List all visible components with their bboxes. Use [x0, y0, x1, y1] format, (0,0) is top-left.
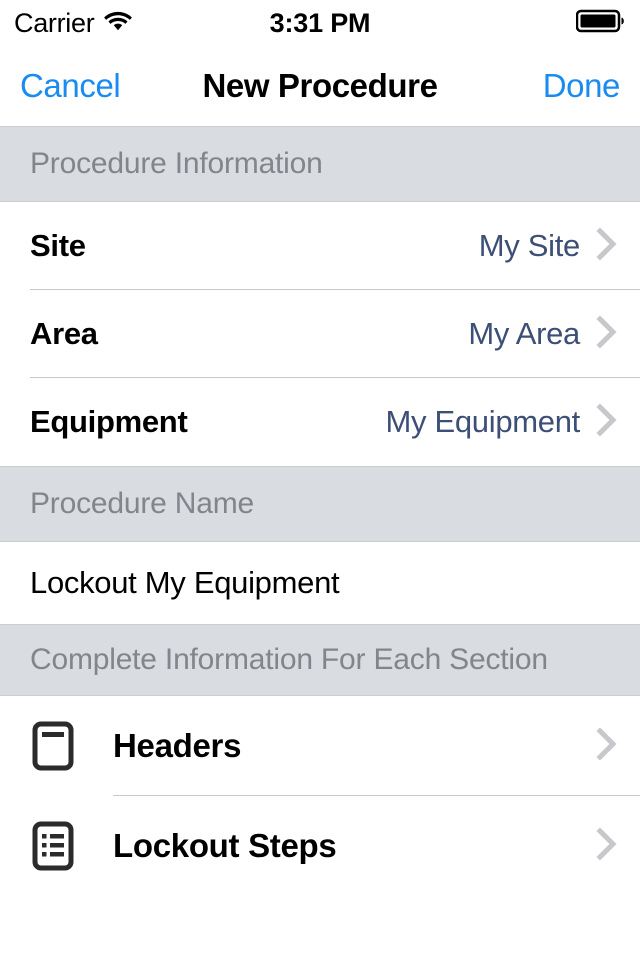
row-lockout-steps-label: Lockout Steps — [113, 827, 337, 864]
done-button[interactable]: Done — [541, 63, 622, 109]
document-header-icon — [30, 721, 76, 771]
procedure-name-input[interactable] — [30, 565, 610, 601]
cancel-button[interactable]: Cancel — [18, 63, 122, 109]
section-header-procedure-name: Procedure Name — [0, 466, 640, 542]
row-area-label: Area — [30, 316, 98, 351]
row-site[interactable]: Site My Site — [0, 202, 640, 290]
battery-full-icon — [575, 9, 626, 38]
status-bar: Carrier 3:31 PM — [0, 0, 640, 46]
chevron-right-icon — [596, 402, 618, 442]
row-equipment-value: My Equipment — [385, 404, 580, 439]
row-equipment-label: Equipment — [30, 404, 188, 439]
status-bar-left: Carrier — [14, 8, 133, 39]
section-header-complete-information: Complete Information For Each Section — [0, 624, 640, 696]
row-site-value: My Site — [478, 228, 581, 263]
row-lockout-steps[interactable]: Lockout Steps — [0, 796, 640, 896]
carrier-label: Carrier — [14, 7, 95, 38]
row-site-label: Site — [30, 228, 86, 263]
wifi-icon — [103, 10, 133, 37]
chevron-right-icon — [596, 314, 618, 354]
list-document-icon — [30, 821, 76, 871]
chevron-right-icon — [596, 226, 618, 266]
status-bar-right — [575, 9, 626, 38]
row-headers[interactable]: Headers — [0, 696, 640, 796]
app-screen: Carrier 3:31 PM Cancel New Procedure Don… — [0, 0, 640, 960]
navigation-bar: Cancel New Procedure Done — [0, 46, 640, 126]
settings-table: Procedure Information Site My Site Area … — [0, 126, 640, 896]
chevron-right-icon — [596, 726, 618, 766]
row-equipment[interactable]: Equipment My Equipment — [0, 378, 640, 466]
chevron-right-icon — [596, 826, 618, 866]
row-headers-label: Headers — [113, 727, 242, 764]
row-procedure-name[interactable] — [0, 542, 640, 624]
section-header-procedure-information: Procedure Information — [0, 126, 640, 202]
row-area[interactable]: Area My Area — [0, 290, 640, 378]
row-area-value: My Area — [468, 316, 580, 351]
